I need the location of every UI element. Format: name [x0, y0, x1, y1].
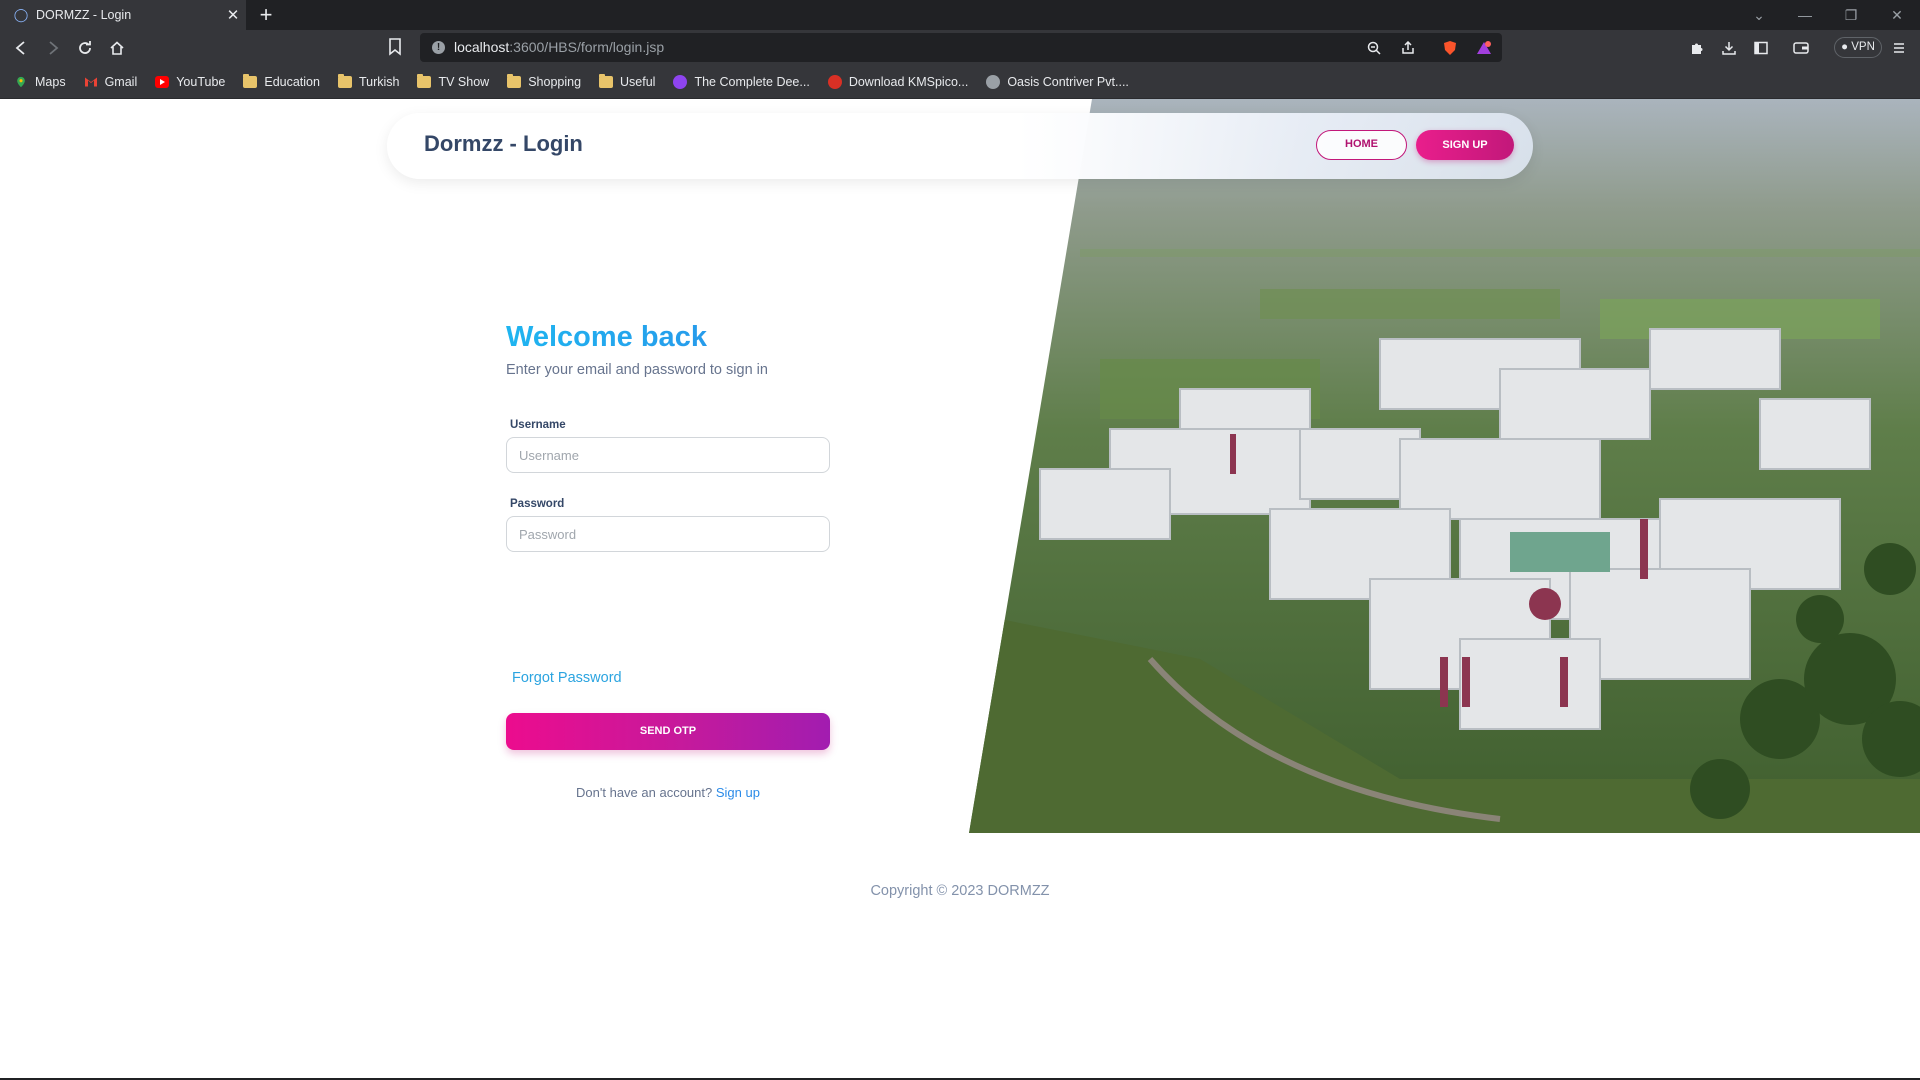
sidebar-button[interactable]: [1748, 35, 1774, 61]
vpn-button[interactable]: ● VPN: [1834, 37, 1882, 58]
folder-icon: [243, 73, 258, 88]
password-input[interactable]: [506, 516, 830, 552]
tab-search-icon[interactable]: ⌄: [1736, 0, 1782, 30]
downloads-button[interactable]: [1716, 35, 1742, 61]
share-icon[interactable]: [1398, 38, 1418, 58]
bookmark-folder-turkish[interactable]: Turkish: [337, 73, 400, 89]
login-form: Welcome back Enter your email and passwo…: [506, 321, 830, 800]
password-label: Password: [510, 498, 565, 510]
gmail-icon: [84, 77, 97, 86]
bookmark-label: Education: [264, 74, 320, 89]
bookmark-icon: [389, 38, 401, 56]
address-url[interactable]: localhost:3600/HBS/form/login.jsp: [454, 39, 664, 55]
home-nav-button[interactable]: HOME: [1316, 130, 1407, 160]
forward-arrow-icon: [49, 41, 59, 55]
back-button[interactable]: [8, 35, 34, 61]
youtube-icon: [155, 75, 170, 88]
maps-icon: [17, 76, 25, 87]
bookmark-folder-useful[interactable]: Useful: [599, 73, 656, 89]
bookmark-label: Gmail: [104, 74, 138, 89]
url-path: :3600/HBS/form/login.jsp: [509, 39, 665, 55]
bookmark-youtube[interactable]: YouTube: [155, 75, 225, 89]
username-label: Username: [510, 419, 566, 431]
sidebar-icon: [1754, 41, 1768, 55]
bookmark-label: Download KMSpico...: [848, 74, 969, 89]
bookmark-label: Shopping: [528, 74, 582, 89]
footer-copyright: Copyright © 2023 DORMZZ: [870, 883, 1050, 899]
campus-aerial-photo: [969, 99, 1920, 833]
bookmark-complete-dee[interactable]: The Complete Dee...: [673, 74, 810, 89]
username-input[interactable]: [506, 437, 830, 473]
bookmark-oasis[interactable]: Oasis Contriver Pvt....: [986, 74, 1129, 89]
bookmark-label: Oasis Contriver Pvt....: [1007, 74, 1129, 89]
send-otp-button[interactable]: SEND OTP: [506, 713, 830, 750]
bookmark-folder-shopping[interactable]: Shopping: [507, 73, 582, 89]
site-icon: [827, 74, 842, 89]
bookmark-maps[interactable]: Maps: [14, 75, 66, 89]
forgot-password-link[interactable]: Forgot Password: [512, 670, 622, 686]
vpn-label: VPN: [1851, 41, 1875, 53]
brave-shields-icon[interactable]: [1440, 38, 1460, 58]
home-icon: [110, 41, 124, 55]
signup-link[interactable]: Sign up: [716, 785, 760, 800]
extensions-button[interactable]: [1684, 35, 1710, 61]
no-account-text: Don't have an account?: [576, 785, 713, 800]
folder-icon: [507, 73, 522, 88]
address-bar[interactable]: ! localhost:3600/HBS/form/login.jsp: [420, 33, 1502, 62]
vpn-dot-icon: ●: [1841, 41, 1849, 53]
browser-tab[interactable]: ◯ DORMZZ - Login ✕: [0, 0, 246, 30]
wallet-button[interactable]: [1788, 35, 1814, 61]
bookmark-label: TV Show: [438, 74, 490, 89]
forward-button[interactable]: [40, 35, 66, 61]
restore-button[interactable]: ❐: [1828, 0, 1874, 30]
page-content: Dormzz - Login HOME SIGN UP Welcome back…: [0, 99, 1920, 1080]
bookmark-label: Maps: [35, 74, 66, 89]
bookmark-label: Useful: [620, 74, 656, 89]
home-button[interactable]: [104, 35, 130, 61]
brave-rewards-icon[interactable]: [1474, 38, 1494, 58]
signup-prompt: Don't have an account? Sign up: [506, 785, 830, 800]
folder-icon: [417, 73, 432, 88]
bookmark-label: YouTube: [176, 74, 226, 89]
browser-menu-button[interactable]: [1886, 35, 1912, 61]
bookmark-folder-education[interactable]: Education: [243, 73, 320, 89]
site-favicon-icon: ◯: [13, 7, 29, 22]
puzzle-icon: [1692, 43, 1703, 54]
reload-button[interactable]: [72, 35, 98, 61]
zoom-icon[interactable]: [1364, 38, 1384, 58]
brand-title[interactable]: Dormzz - Login: [424, 131, 583, 157]
bookmarks-bar: Maps Gmail YouTube Education Turkish TV …: [0, 65, 1920, 99]
bookmark-gmail[interactable]: Gmail: [84, 74, 138, 89]
bookmark-page-button[interactable]: [388, 38, 408, 58]
download-icon: [1722, 42, 1736, 55]
browser-tab-strip: ◯ DORMZZ - Login ✕ + ⌄ — ❐ ✕: [0, 0, 1920, 30]
site-info-icon[interactable]: !: [432, 41, 445, 54]
signup-nav-button[interactable]: SIGN UP: [1416, 130, 1514, 160]
tab-title: DORMZZ - Login: [36, 8, 132, 22]
hamburger-menu-icon: [1894, 43, 1904, 53]
folder-icon: [337, 73, 352, 88]
close-window-button[interactable]: ✕: [1874, 0, 1920, 30]
back-arrow-icon: [15, 41, 25, 55]
bookmark-label: The Complete Dee...: [694, 74, 810, 89]
bookmark-label: Turkish: [358, 74, 400, 89]
login-subtitle: Enter your email and password to sign in: [506, 362, 768, 378]
folder-icon: [599, 73, 614, 88]
globe-icon: [986, 74, 1001, 89]
new-tab-button[interactable]: +: [254, 2, 278, 28]
browser-toolbar: ! localhost:3600/HBS/form/login.jsp ● VP…: [0, 30, 1920, 65]
minimize-button[interactable]: —: [1782, 0, 1828, 30]
top-navbar: Dormzz - Login HOME SIGN UP: [387, 113, 1533, 179]
url-host: localhost: [454, 39, 510, 55]
welcome-heading: Welcome back: [506, 321, 830, 354]
wallet-icon: [1793, 42, 1809, 54]
bookmark-kmspico[interactable]: Download KMSpico...: [827, 74, 969, 89]
reload-icon: [79, 41, 91, 54]
bookmark-folder-tv-show[interactable]: TV Show: [417, 73, 490, 89]
tab-close-icon[interactable]: ✕: [220, 6, 246, 24]
site-icon: [673, 74, 688, 89]
